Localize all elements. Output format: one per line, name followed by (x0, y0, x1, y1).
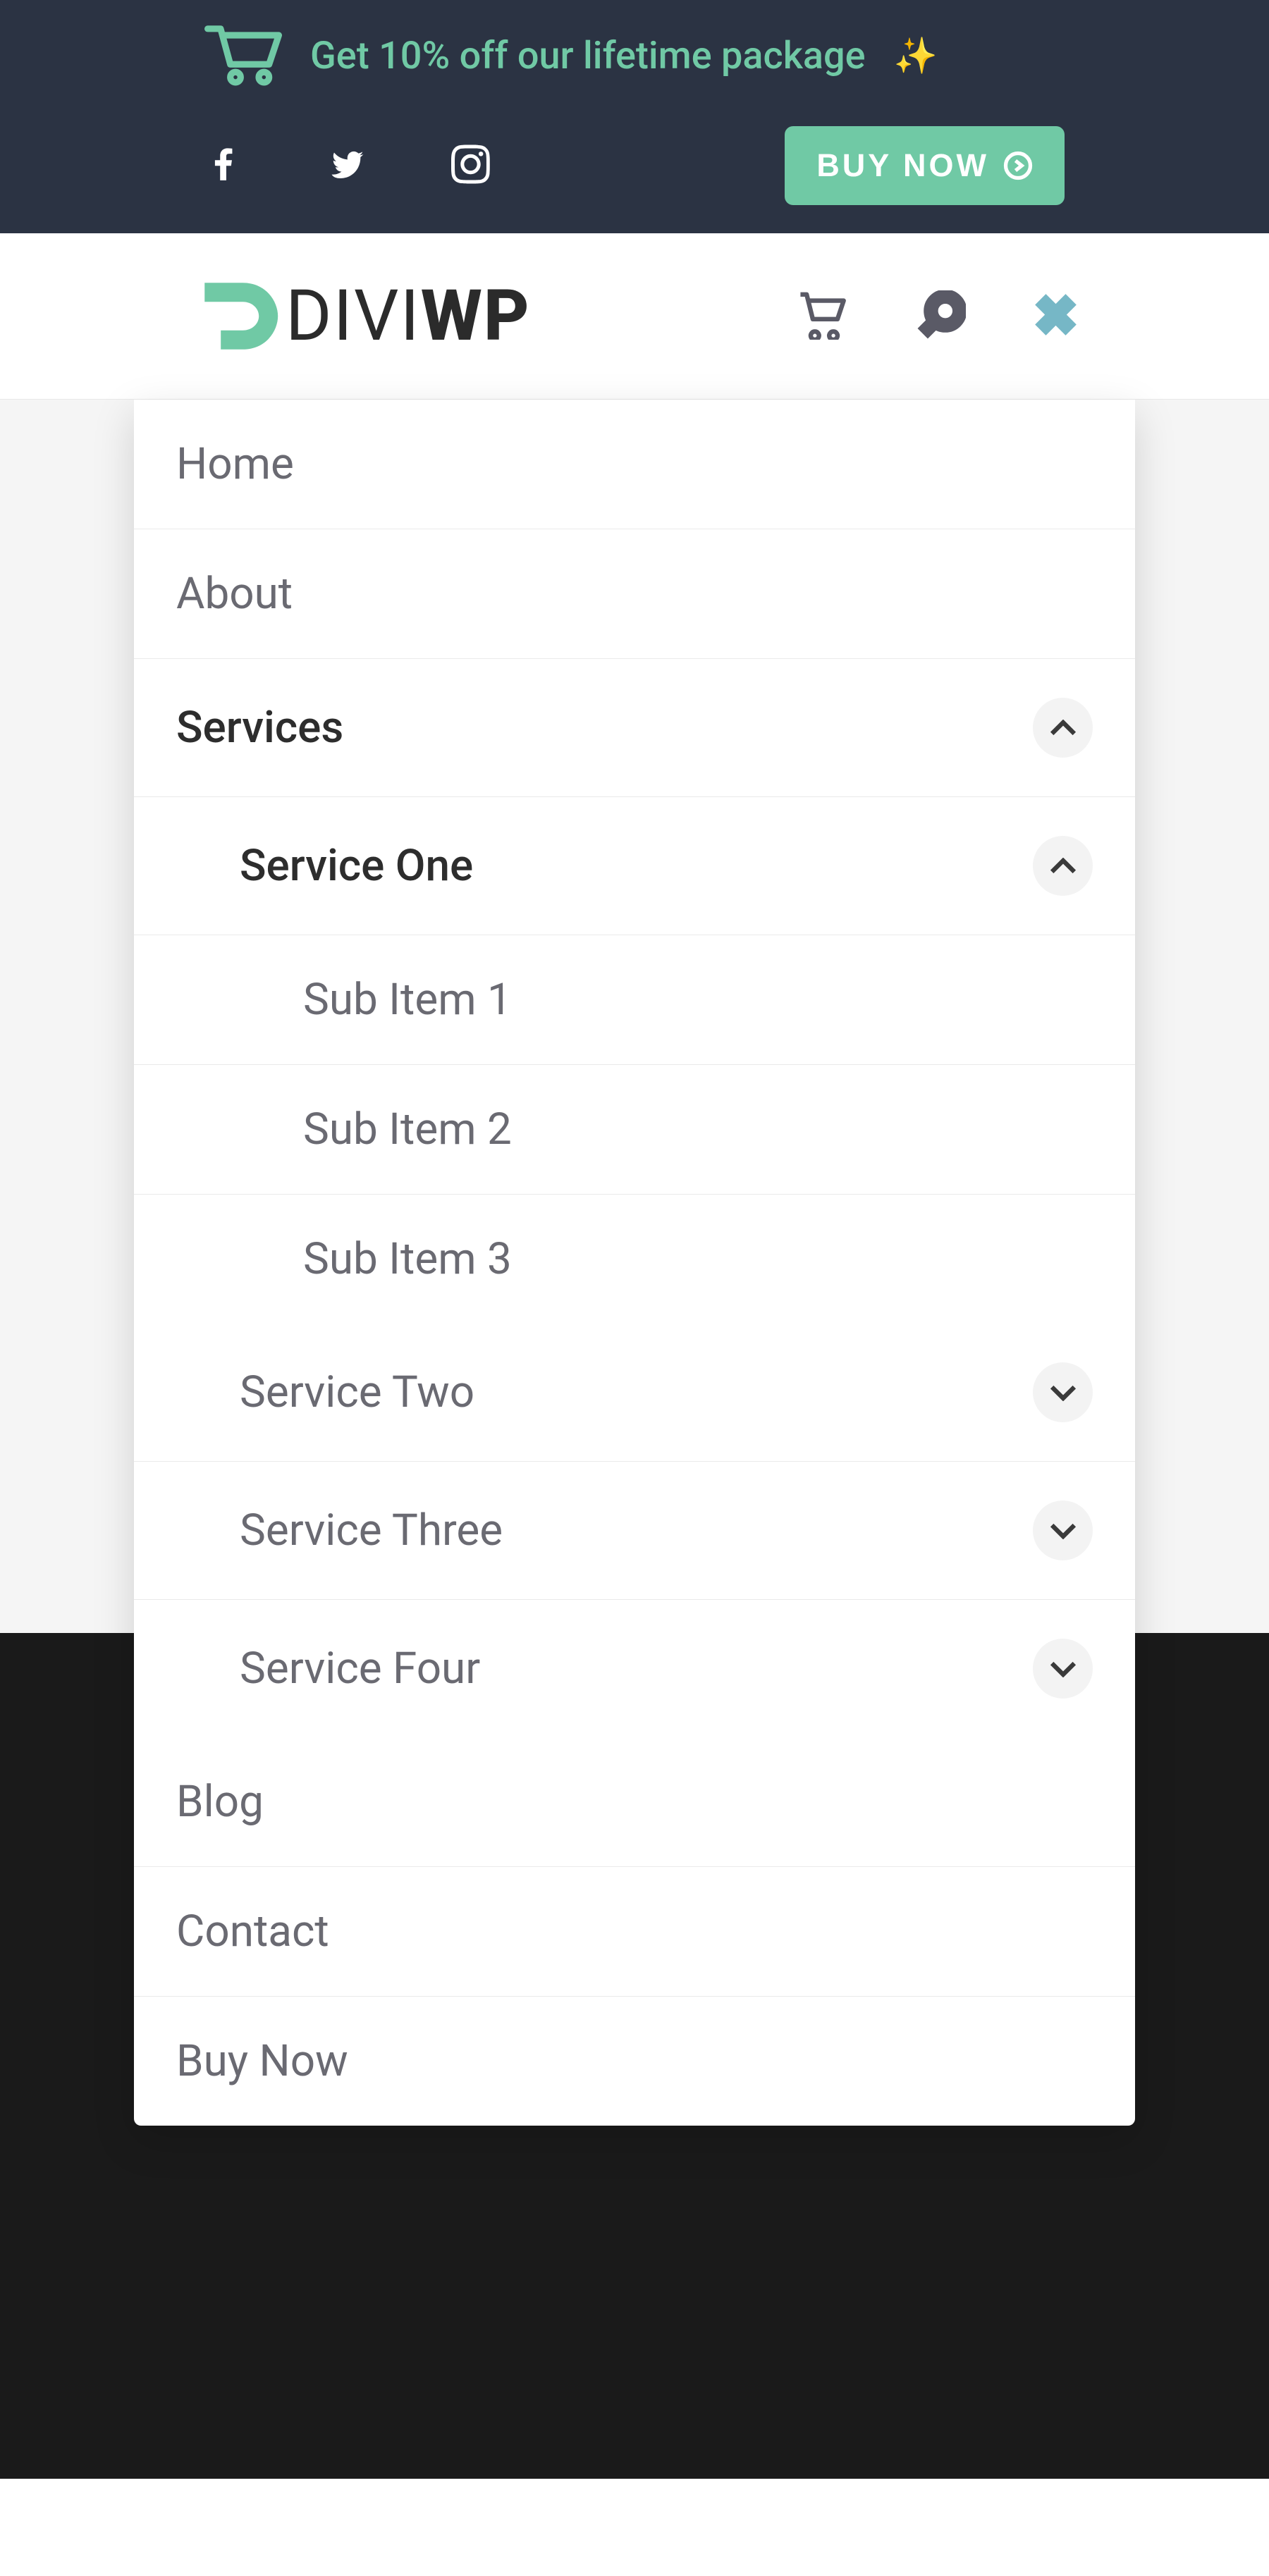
promo-text: Get 10% off our lifetime package (310, 34, 866, 78)
menu-item-contact[interactable]: Contact (134, 1867, 1135, 1997)
promo-row: Get 10% off our lifetime package ✨ (204, 21, 1065, 91)
chevron-up-icon (1050, 858, 1077, 875)
collapse-button[interactable] (1033, 698, 1093, 758)
site-logo[interactable]: DIVIWP (190, 269, 531, 364)
menu-item-sub-3[interactable]: Sub Item 3 (134, 1195, 1135, 1324)
logo-text: DIVIWP (286, 275, 531, 357)
menu-label: Service Three (240, 1505, 503, 1556)
submenu-service-one: Sub Item 1 Sub Item 2 Sub Item 3 (134, 935, 1135, 1324)
menu-label: Service Four (240, 1643, 480, 1694)
chevron-down-icon (1050, 1384, 1077, 1401)
top-promo-bar: Get 10% off our lifetime package ✨ BUY N… (0, 0, 1269, 233)
chevron-up-icon (1050, 720, 1077, 737)
submenu-services: Service One Sub Item 1 Sub Item 2 Sub It… (134, 797, 1135, 1737)
menu-label: Home (176, 438, 294, 490)
close-icon[interactable] (1033, 292, 1079, 340)
menu-item-sub-1[interactable]: Sub Item 1 (134, 935, 1135, 1065)
expand-button[interactable] (1033, 1639, 1093, 1699)
menu-label: Sub Item 1 (303, 974, 512, 1025)
buy-now-label: BUY NOW (816, 147, 989, 184)
menu-label: Service Two (240, 1367, 474, 1418)
search-icon[interactable] (916, 290, 966, 343)
menu-item-home[interactable]: Home (134, 400, 1135, 529)
social-row: BUY NOW (204, 126, 1065, 205)
menu-item-services[interactable]: Services (134, 659, 1135, 797)
sparkle-icon: ✨ (894, 36, 938, 77)
menu-item-sub-2[interactable]: Sub Item 2 (134, 1065, 1135, 1195)
menu-label: About (176, 568, 293, 620)
mobile-menu: Home About Services Service One Sub Item… (134, 400, 1135, 2126)
menu-label: Blog (176, 1776, 264, 1828)
expand-button[interactable] (1033, 1500, 1093, 1560)
menu-label: Buy Now (176, 2035, 348, 2087)
collapse-button[interactable] (1033, 836, 1093, 896)
cart-icon[interactable] (797, 290, 850, 343)
menu-item-service-four[interactable]: Service Four (134, 1600, 1135, 1737)
buy-now-button[interactable]: BUY NOW (785, 126, 1065, 205)
chevron-down-icon (1050, 1522, 1077, 1539)
menu-label: Service One (240, 840, 473, 892)
menu-item-blog[interactable]: Blog (134, 1737, 1135, 1867)
expand-button[interactable] (1033, 1362, 1093, 1422)
menu-item-service-three[interactable]: Service Three (134, 1462, 1135, 1600)
menu-item-buy-now[interactable]: Buy Now (134, 1997, 1135, 2126)
menu-item-service-one[interactable]: Service One (134, 797, 1135, 935)
cart-icon (204, 21, 282, 91)
menu-label: Sub Item 3 (303, 1233, 512, 1285)
menu-item-about[interactable]: About (134, 529, 1135, 659)
site-header: DIVIWP (0, 233, 1269, 400)
logo-mark-icon (190, 269, 286, 364)
facebook-icon[interactable] (204, 143, 243, 188)
menu-label: Contact (176, 1906, 329, 1957)
menu-item-service-two[interactable]: Service Two (134, 1324, 1135, 1462)
instagram-icon[interactable] (451, 143, 490, 188)
menu-label: Services (176, 702, 343, 753)
twitter-icon[interactable] (328, 143, 367, 188)
chevron-down-icon (1050, 1660, 1077, 1677)
menu-label: Sub Item 2 (303, 1104, 512, 1155)
